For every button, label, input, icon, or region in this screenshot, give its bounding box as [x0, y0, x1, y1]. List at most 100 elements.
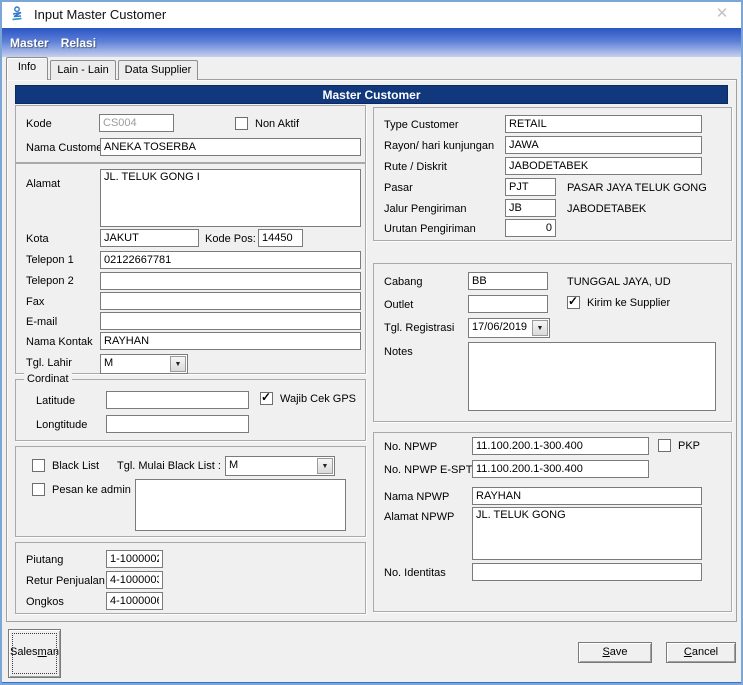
jalur-pengiriman-label: Jalur Pengiriman: [384, 203, 467, 215]
telepon2-field[interactable]: [100, 272, 361, 290]
nama-npwp-field[interactable]: [472, 487, 702, 505]
tgl-registrasi-label: Tgl. Registrasi: [384, 322, 454, 334]
tgl-registrasi-value: 17/06/2019: [472, 321, 531, 333]
kota-field[interactable]: [100, 229, 199, 247]
pasar-description: PASAR JAYA TELUK GONG: [567, 182, 707, 194]
alamat-npwp-label: Alamat NPWP: [384, 511, 454, 523]
latitude-field[interactable]: [106, 391, 249, 409]
chevron-down-icon[interactable]: ▼: [532, 320, 548, 336]
longtitude-field[interactable]: [106, 415, 249, 433]
black-list-label: Black List: [52, 460, 99, 472]
title-bar: Input Master Customer ✕: [0, 0, 743, 28]
no-npwp-label: No. NPWP: [384, 441, 437, 453]
blacklist-group: ✓ Black List Tgl. Mulai Black List : M ▼…: [15, 446, 366, 537]
menu-item-master[interactable]: Master: [10, 36, 49, 50]
kota-label: Kota: [26, 233, 49, 245]
type-customer-label: Type Customer: [384, 119, 459, 131]
pesan-ke-admin-field[interactable]: [135, 479, 346, 531]
alamat-npwp-field[interactable]: JL. TELUK GONG: [472, 507, 702, 560]
alamat-field[interactable]: JL. TELUK GONG I: [100, 169, 361, 227]
jalur-pengiriman-description: JABODETABEK: [567, 203, 646, 215]
kirim-ke-supplier-label: Kirim ke Supplier: [587, 297, 670, 309]
longtitude-label: Longtitude: [36, 419, 87, 431]
tgl-mulai-black-list-dropdown[interactable]: M ▼: [225, 456, 335, 476]
tgl-registrasi-dropdown[interactable]: 17/06/2019 ▼: [468, 318, 550, 338]
ongkos-label: Ongkos: [26, 596, 64, 608]
no-npwp-espt-label: No. NPWP E-SPT: [384, 464, 472, 476]
save-button[interactable]: Save: [578, 642, 652, 663]
rute-diskrit-label: Rute / Diskrit: [384, 161, 447, 173]
contact-group: Alamat JL. TELUK GONG I Kota Kode Pos: T…: [15, 163, 366, 374]
no-npwp-espt-field[interactable]: [472, 460, 649, 478]
cabang-description: TUNGGAL JAYA, UD: [567, 276, 671, 288]
chevron-down-icon[interactable]: ▼: [317, 458, 333, 474]
alamat-label: Alamat: [26, 178, 60, 190]
type-customer-field[interactable]: [505, 115, 702, 133]
pesan-ke-admin-label: Pesan ke admin: [52, 484, 131, 496]
chevron-down-icon[interactable]: ▼: [170, 356, 186, 372]
salesman-button-accel: m: [38, 646, 47, 658]
nama-npwp-label: Nama NPWP: [384, 491, 449, 503]
retur-penjualan-field[interactable]: [106, 571, 163, 589]
pkp-label: PKP: [678, 440, 700, 452]
retur-penjualan-label: Retur Penjualan: [26, 575, 105, 587]
no-identitas-label: No. Identitas: [384, 567, 446, 579]
kirim-ke-supplier-checkbox[interactable]: ✓: [567, 296, 580, 309]
wajib-cek-gps-label: Wajib Cek GPS: [280, 393, 356, 405]
telepon1-field[interactable]: [100, 251, 361, 269]
check-icon: ✓: [568, 294, 578, 308]
save-button-accel: S: [602, 646, 609, 658]
rute-diskrit-field[interactable]: [505, 157, 702, 175]
accounts-group: Piutang Retur Penjualan Ongkos: [15, 542, 366, 614]
nama-kontak-field[interactable]: [100, 332, 361, 350]
close-icon[interactable]: ✕: [713, 5, 731, 23]
black-list-checkbox[interactable]: ✓: [32, 459, 45, 472]
notes-field[interactable]: [468, 342, 716, 411]
salesman-button-label-end: an: [47, 646, 59, 658]
outlet-field[interactable]: [468, 295, 548, 313]
piutang-field[interactable]: [106, 550, 163, 568]
cabang-code-field[interactable]: [468, 272, 548, 290]
rayon-field[interactable]: [505, 136, 702, 154]
tgl-mulai-black-list-label: Tgl. Mulai Black List :: [117, 460, 221, 472]
pasar-code-field[interactable]: [505, 178, 556, 196]
urutan-pengiriman-field[interactable]: [505, 219, 556, 237]
menu-bar: Master Relasi: [0, 28, 743, 57]
pesan-ke-admin-checkbox[interactable]: ✓: [32, 483, 45, 496]
page-title: Master Customer: [15, 85, 728, 104]
info-tab-page: Master Customer Kode ✓ Non Aktif Nama Cu…: [6, 79, 737, 622]
email-field[interactable]: [100, 312, 361, 330]
telepon1-label: Telepon 1: [26, 254, 74, 266]
kode-field[interactable]: [99, 114, 174, 132]
jalur-pengiriman-code-field[interactable]: [505, 199, 556, 217]
no-identitas-field[interactable]: [472, 563, 702, 581]
save-button-label: ave: [610, 646, 628, 658]
non-aktif-checkbox[interactable]: ✓: [235, 117, 248, 130]
outlet-label: Outlet: [384, 299, 413, 311]
cancel-button-accel: C: [684, 646, 692, 658]
pkp-checkbox[interactable]: ✓: [658, 439, 671, 452]
no-npwp-field[interactable]: [472, 437, 649, 455]
app-icon: [9, 6, 25, 22]
nama-customer-field[interactable]: [100, 138, 361, 156]
wajib-cek-gps-checkbox[interactable]: ✓: [260, 392, 273, 405]
npwp-group: No. NPWP ✓ PKP No. NPWP E-SPT Nama NPWP …: [373, 432, 732, 612]
pasar-label: Pasar: [384, 182, 413, 194]
non-aktif-label: Non Aktif: [255, 118, 299, 130]
cordinat-group: Cordinat Latitude ✓ Wajib Cek GPS Longti…: [15, 379, 366, 441]
kode-pos-label: Kode Pos:: [205, 233, 256, 245]
fax-field[interactable]: [100, 292, 361, 310]
tab-data-supplier[interactable]: Data Supplier: [118, 60, 198, 80]
tgl-lahir-dropdown[interactable]: M ▼: [100, 354, 188, 374]
kode-pos-field[interactable]: [258, 229, 303, 247]
email-label: E-mail: [26, 316, 57, 328]
ongkos-field[interactable]: [106, 592, 163, 610]
cancel-button[interactable]: Cancel: [666, 642, 736, 663]
cabang-group: Cabang TUNGGAL JAYA, UD Outlet ✓ Kirim k…: [373, 263, 732, 422]
window-title: Input Master Customer: [34, 7, 166, 22]
tab-lain-lain[interactable]: Lain - Lain: [50, 60, 116, 80]
salesman-button[interactable]: Salesman: [8, 629, 61, 678]
menu-item-relasi[interactable]: Relasi: [61, 36, 96, 50]
cabang-label: Cabang: [384, 276, 423, 288]
tab-info[interactable]: Info: [6, 57, 48, 80]
